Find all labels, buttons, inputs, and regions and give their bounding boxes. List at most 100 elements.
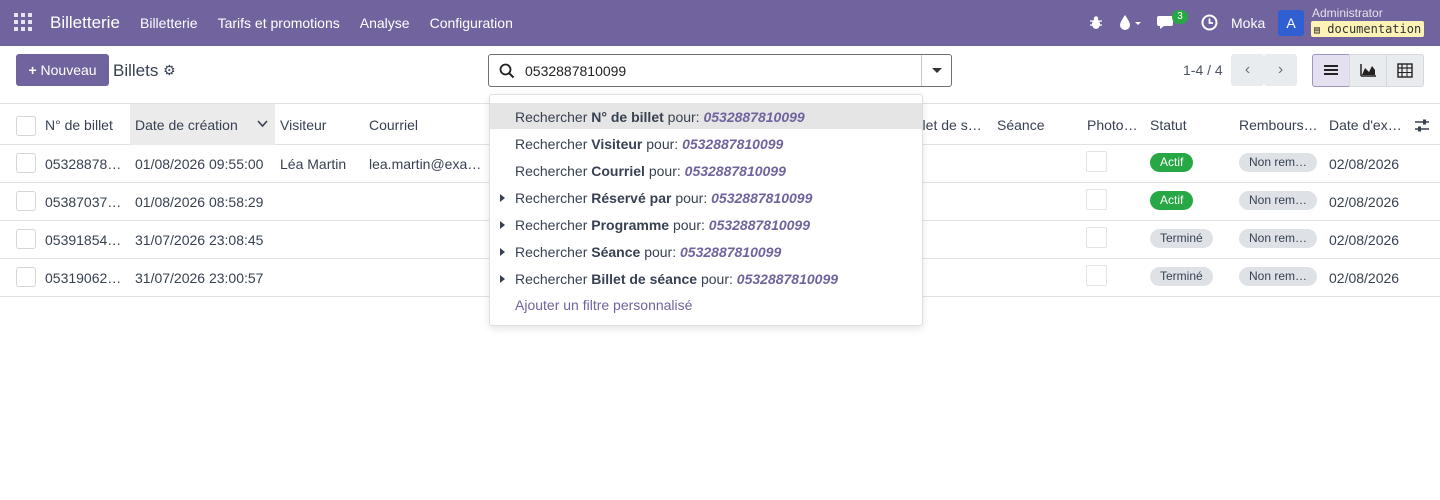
search-option-program[interactable]: Rechercher Programme pour: 0532887810099 — [490, 211, 922, 237]
column-header-email[interactable]: Courriel — [369, 117, 418, 133]
visitor-name: Léa Martin — [280, 156, 347, 172]
search-connector: pour: — [700, 271, 733, 287]
status-badge: Actif — [1150, 153, 1194, 172]
search-query: 0532887810099 — [708, 217, 811, 233]
expiry-date: 02/08/2026 — [1329, 232, 1400, 248]
new-button-label: Nouveau — [40, 62, 97, 78]
search-option-session-ticket[interactable]: Rechercher Billet de séance pour: 053288… — [490, 265, 922, 291]
search-query: 0532887810099 — [680, 244, 782, 260]
app-brand[interactable]: Billetterie — [50, 13, 120, 33]
photo-placeholder — [1086, 151, 1107, 172]
menu-item-billetterie[interactable]: Billetterie — [140, 15, 198, 31]
activity-drop-icon[interactable] — [1119, 14, 1145, 31]
search-options-toggle[interactable] — [921, 55, 951, 86]
search-icon — [499, 63, 515, 79]
pivot-table-icon — [1397, 63, 1413, 78]
column-header-refund[interactable]: Rembours… — [1239, 117, 1318, 133]
expand-caret-icon[interactable] — [500, 248, 505, 256]
search-autocomplete-dropdown: Rechercher N° de billet pour: 0532887810… — [489, 94, 923, 326]
search-connector: pour: — [675, 190, 708, 206]
optional-columns-icon[interactable] — [1414, 118, 1430, 133]
expand-caret-icon[interactable] — [500, 275, 505, 283]
column-header-visitor[interactable]: Visiteur — [280, 117, 326, 133]
select-all-checkbox[interactable] — [16, 116, 36, 136]
creation-date: 01/08/2026 09:55:00 — [135, 156, 264, 172]
expiry-date: 02/08/2026 — [1329, 194, 1400, 210]
search-field-label: N° de billet — [591, 109, 664, 125]
column-header-status[interactable]: Statut — [1150, 117, 1187, 133]
user-name[interactable]: Administrator — [1312, 6, 1383, 20]
pager-next-button[interactable]: › — [1264, 54, 1297, 86]
column-header-expiry[interactable]: Date d'ex… — [1329, 117, 1402, 133]
chevron-left-icon: ‹ — [1244, 61, 1251, 78]
row-checkbox[interactable] — [16, 153, 36, 173]
menu-item-tarifs[interactable]: Tarifs et promotions — [218, 15, 340, 31]
row-checkbox[interactable] — [16, 229, 36, 249]
search-prefix: Rechercher — [515, 217, 588, 233]
ticket-number: 05319062… — [45, 270, 122, 286]
top-navbar: Billetterie Billetterie Tarifs et promot… — [0, 0, 1440, 46]
apps-menu-icon[interactable] — [14, 13, 32, 31]
debug-bug-icon[interactable] — [1089, 15, 1103, 30]
column-header-created[interactable]: Date de création — [135, 117, 238, 133]
column-header-photo[interactable]: Photo… — [1087, 117, 1138, 133]
expand-caret-icon[interactable] — [500, 194, 505, 202]
refund-badge: Non rem… — [1239, 229, 1318, 248]
refund-badge: Non rem… — [1239, 267, 1318, 286]
caret-down-icon — [932, 68, 942, 73]
page-title: Billets — [113, 61, 159, 80]
search-prefix: Rechercher — [515, 190, 588, 206]
clock-activity-icon[interactable] — [1201, 14, 1218, 31]
search-connector: pour: — [648, 163, 681, 179]
search-input[interactable]: 0532887810099 — [525, 63, 626, 79]
search-prefix: Rechercher — [515, 109, 588, 125]
area-chart-icon — [1360, 64, 1376, 77]
menu-item-configuration[interactable]: Configuration — [430, 15, 513, 31]
search-option-ticket[interactable]: Rechercher N° de billet pour: 0532887810… — [490, 103, 922, 129]
menu-item-analyse[interactable]: Analyse — [360, 15, 410, 31]
row-checkbox[interactable] — [16, 267, 36, 287]
search-field-label: Réservé par — [591, 190, 672, 206]
creation-date: 31/07/2026 23:08:45 — [135, 232, 264, 248]
refund-badge: Non rem… — [1239, 153, 1318, 172]
ticket-number: 05391854… — [45, 232, 122, 248]
column-header-session[interactable]: Séance — [997, 117, 1044, 133]
expand-caret-icon[interactable] — [500, 221, 505, 229]
ticket-number: 05328878… — [45, 156, 122, 172]
pager-value[interactable]: 1-4 / 4 — [1183, 62, 1223, 78]
search-option-email[interactable]: Rechercher Courriel pour: 0532887810099 — [490, 157, 922, 183]
database-label: documentation — [1327, 22, 1422, 36]
database-name: ▤ documentation — [1311, 21, 1425, 37]
search-query: 0532887810099 — [736, 271, 839, 287]
search-field-label: Programme — [591, 217, 670, 233]
pager-previous-button[interactable]: ‹ — [1231, 54, 1264, 86]
user-avatar[interactable]: A — [1278, 10, 1304, 36]
creation-date: 31/07/2026 23:00:57 — [135, 270, 264, 286]
company-switcher[interactable]: Moka — [1231, 15, 1265, 31]
search-option-reserved-by[interactable]: Rechercher Réservé par pour: 05328878100… — [490, 184, 922, 210]
status-badge: Actif — [1150, 191, 1194, 210]
column-header-ticket[interactable]: N° de billet — [45, 117, 113, 133]
photo-placeholder — [1086, 189, 1107, 210]
main-menu: Billetterie Tarifs et promotions Analyse… — [140, 15, 513, 31]
pivot-view-button[interactable] — [1386, 54, 1424, 87]
search-bar[interactable]: 0532887810099 — [488, 54, 952, 87]
refund-badge: Non rem… — [1239, 191, 1318, 210]
row-checkbox[interactable] — [16, 191, 36, 211]
new-button[interactable]: + Nouveau — [16, 54, 109, 86]
list-view-button[interactable] — [1312, 54, 1350, 87]
search-field-label: Visiteur — [591, 136, 643, 152]
search-option-session[interactable]: Rechercher Séance pour: 0532887810099 — [490, 238, 922, 264]
search-connector: pour: — [667, 109, 700, 125]
gear-icon[interactable]: ⚙ — [163, 62, 176, 79]
chat-count-badge: 3 — [1172, 10, 1188, 24]
search-prefix: Rechercher — [515, 136, 588, 152]
search-query: 0532887810099 — [703, 109, 805, 125]
add-custom-filter-link[interactable]: Ajouter un filtre personnalisé — [515, 297, 692, 313]
plus-icon: + — [28, 62, 37, 78]
search-option-visitor[interactable]: Rechercher Visiteur pour: 0532887810099 — [490, 130, 922, 156]
sort-descending-icon[interactable] — [257, 120, 268, 128]
chevron-right-icon: › — [1277, 61, 1284, 78]
graph-view-button[interactable] — [1349, 54, 1387, 87]
ticket-number: 05387037… — [45, 194, 122, 210]
